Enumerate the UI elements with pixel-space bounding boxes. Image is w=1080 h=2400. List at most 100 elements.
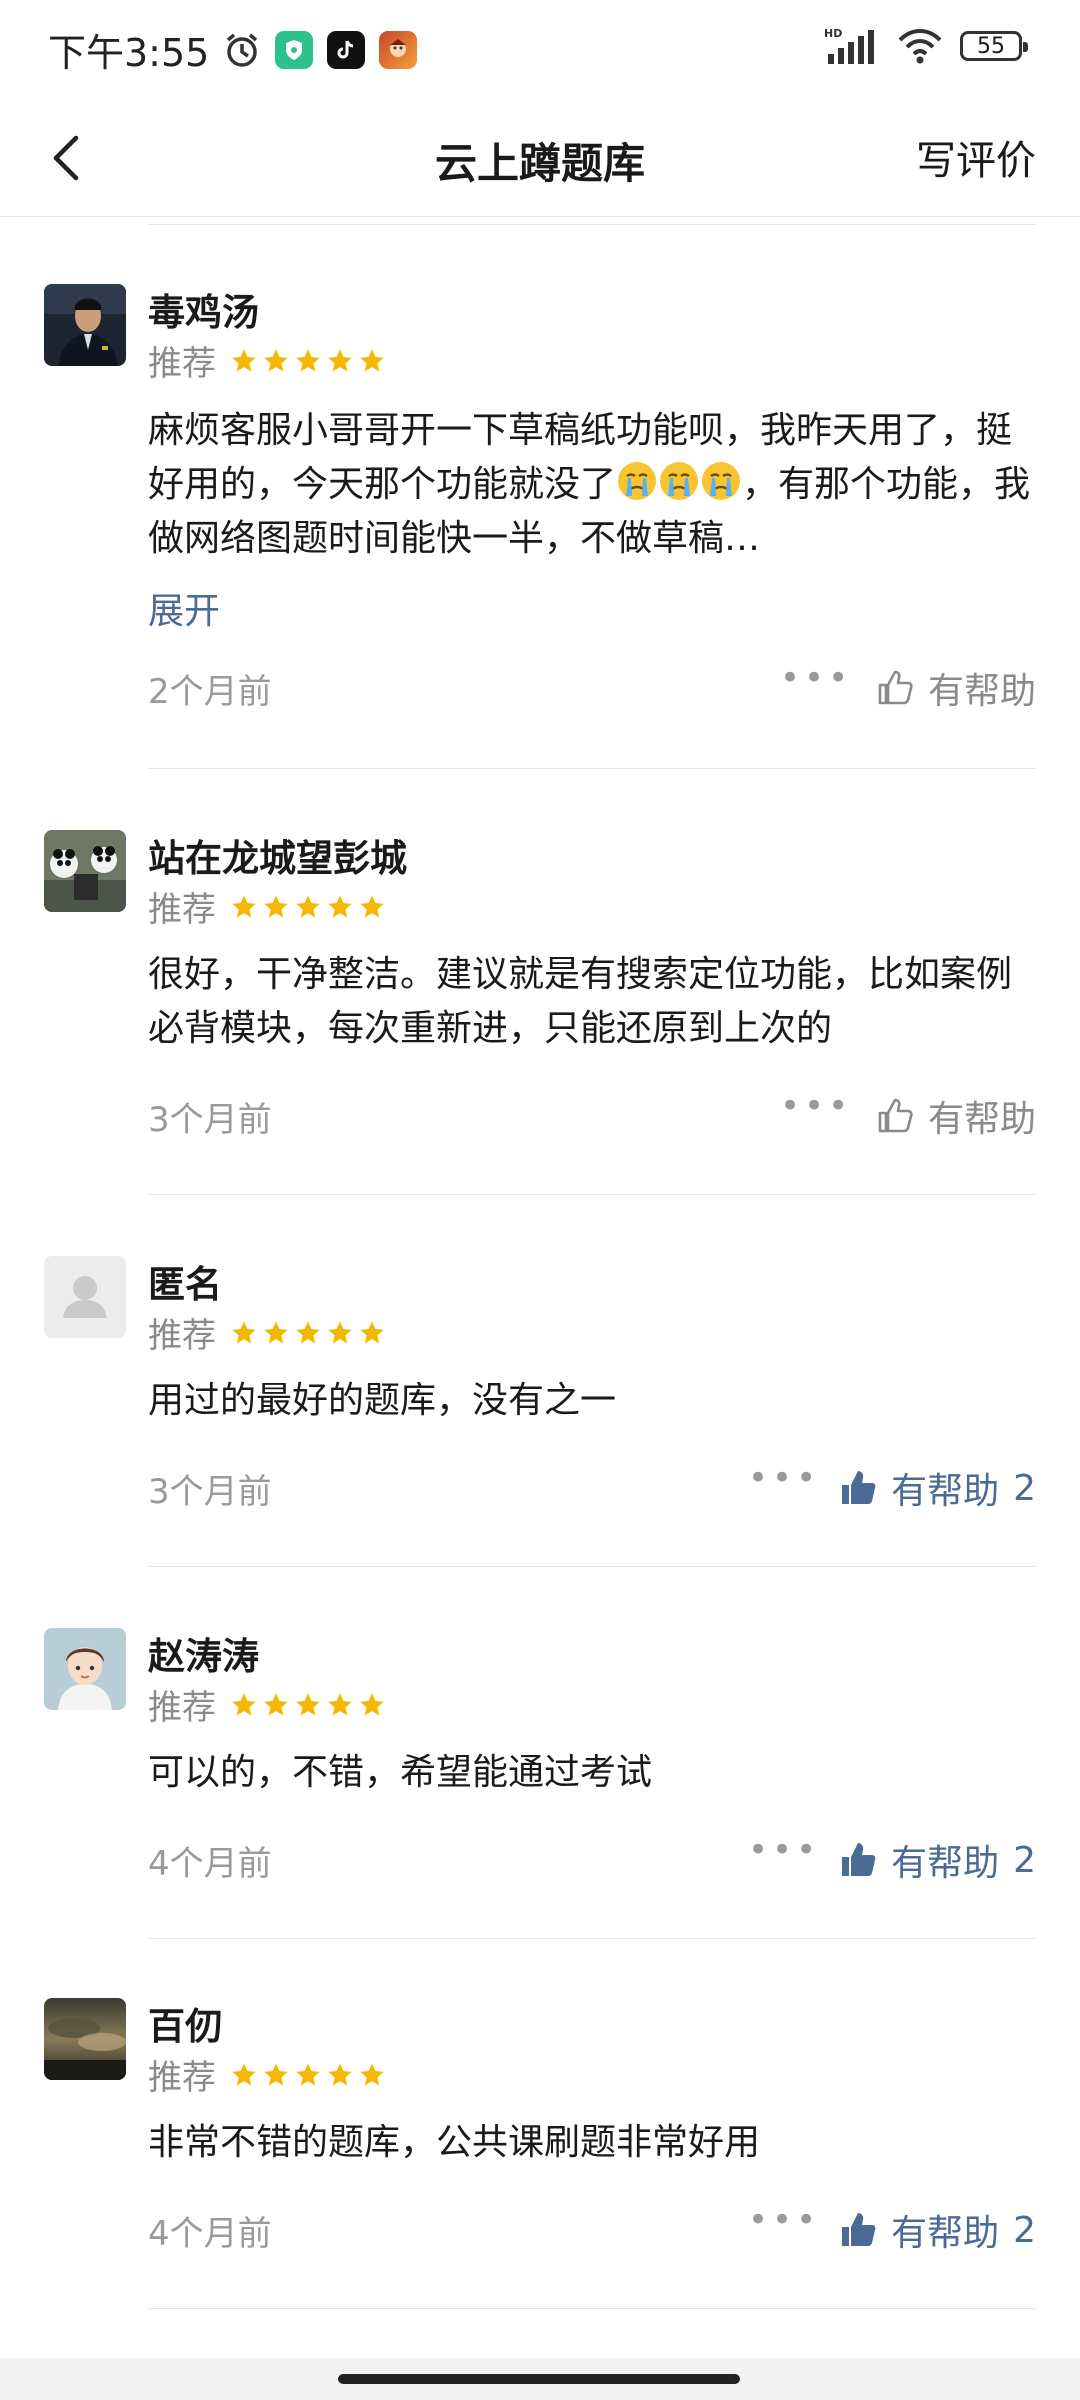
reviewer-name: 毒鸡汤 [148,291,259,334]
game-icon [379,30,418,69]
more-options-icon[interactable]: ••• [780,658,852,698]
star-icon [328,1320,352,1343]
helpful-count: 2 [1013,2209,1036,2251]
expand-link[interactable]: 展开 [148,582,220,634]
status-time: 下午3:55 [48,31,210,75]
rating-row: 推荐 [148,2050,386,2099]
divider [148,224,1036,225]
helpful-button[interactable]: 有帮助 [876,1090,1036,1142]
helpful-button[interactable]: 有帮助 2 [839,2204,1036,2256]
crying-face-icon [702,462,741,500]
star-icon [232,2062,256,2085]
avatar[interactable] [44,1628,126,1710]
thumbs-up-filled-icon [842,1843,876,1876]
write-review-button[interactable]: 写评价 [916,128,1036,186]
reviewer-name: 匿名 [148,1263,222,1306]
crying-face-icon [660,462,699,500]
star-icon [296,894,320,917]
helpful-label: 有帮助 [927,1099,1036,1140]
star-icon [264,2062,288,2085]
review-content: 很好，干净整洁。建议就是有搜索定位功能，比如案例必背模块，每次重新进，只能还原到… [148,954,1013,1049]
star-icon [264,348,288,371]
star-icon [360,348,384,371]
vpn-shield-icon [275,30,314,69]
star-icon [328,2062,352,2085]
more-options-icon[interactable]: ••• [748,1830,820,1870]
star-rating [230,1319,386,1347]
star-rating [230,1691,386,1719]
helpful-count: 2 [1013,1467,1036,1509]
star-icon [264,1320,288,1343]
avatar[interactable] [44,284,126,366]
thumbs-up-filled-icon [842,2213,876,2246]
helpful-button[interactable]: 有帮助 [876,662,1036,714]
review-time: 4个月前 [148,2214,272,2254]
star-icon [360,2062,384,2085]
star-icon [232,1692,256,1715]
review-content: 麻烦客服小哥哥开一下草稿纸功能呗，我昨天用了，挺好用的，今天那个功能就没了😭😭😭… [148,404,1038,566]
svg-text:HD: HD [824,27,842,40]
star-icon [360,1692,384,1715]
crying-emoji-icons: 😭😭😭 [616,462,742,505]
divider [148,1566,1036,1567]
star-icon [328,348,352,371]
review-time: 4个月前 [148,1844,272,1884]
battery-level: 55 [977,33,1005,59]
hd-signal-icon: HD [824,27,874,64]
tiktok-icon [327,30,366,69]
crying-face-icon [618,462,657,500]
avatar[interactable] [44,1998,126,2080]
avatar[interactable] [44,1256,126,1338]
divider [148,768,1036,769]
rating-label: 推荐 [148,1688,216,1728]
star-icon [360,894,384,917]
home-indicator[interactable] [338,2374,740,2384]
wifi-icon [898,29,942,64]
star-icon [296,1320,320,1343]
helpful-label: 有帮助 [891,1843,1000,1884]
helpful-button[interactable]: 有帮助 2 [839,1462,1036,1514]
star-icon [328,894,352,917]
navigation-bar [0,2358,1080,2400]
rating-row: 推荐 [148,1680,386,1729]
divider [148,1194,1036,1195]
default-user-icon [63,1276,107,1318]
thumbs-up-outline-icon [878,1098,913,1133]
rating-label: 推荐 [148,2058,216,2098]
reviewer-name: 百仞 [148,2005,222,2048]
review-content: 用过的最好的题库，没有之一 [148,1380,617,1421]
review-content: 非常不错的题库，公共课刷题非常好用 [148,2122,761,2163]
thumbs-up-outline-icon [878,670,913,705]
more-options-icon[interactable]: ••• [748,2200,820,2240]
review-time: 3个月前 [148,1100,272,1140]
battery-icon: 55 [960,31,1028,61]
thumbs-up-filled-icon [842,1471,876,1504]
app-header: 云上蹲题库 写评价 [0,100,1080,217]
more-options-icon[interactable]: ••• [780,1086,852,1126]
reviewer-name: 站在龙城望彭城 [148,837,407,880]
helpful-label: 有帮助 [891,2213,1000,2254]
star-icon [232,348,256,371]
more-options-icon[interactable]: ••• [748,1458,820,1498]
star-rating [230,893,386,921]
star-icon [328,1692,352,1715]
avatar[interactable] [44,830,126,912]
star-icon [232,1320,256,1343]
rating-label: 推荐 [148,344,216,384]
star-icon [264,894,288,917]
star-icon [296,1692,320,1715]
divider [148,2308,1036,2309]
helpful-label: 有帮助 [891,1471,1000,1512]
review-content: 可以的，不错，希望能通过考试 [148,1752,653,1793]
star-rating [230,2061,386,2089]
star-icon [232,894,256,917]
star-icon [296,2062,320,2085]
helpful-button[interactable]: 有帮助 2 [839,1834,1036,1886]
review-time: 3个月前 [148,1472,272,1512]
rating-label: 推荐 [148,1316,216,1356]
star-rating [230,347,386,375]
helpful-count: 2 [1013,1839,1036,1881]
star-icon [360,1320,384,1343]
alarm-icon [227,33,258,67]
star-icon [264,1692,288,1715]
